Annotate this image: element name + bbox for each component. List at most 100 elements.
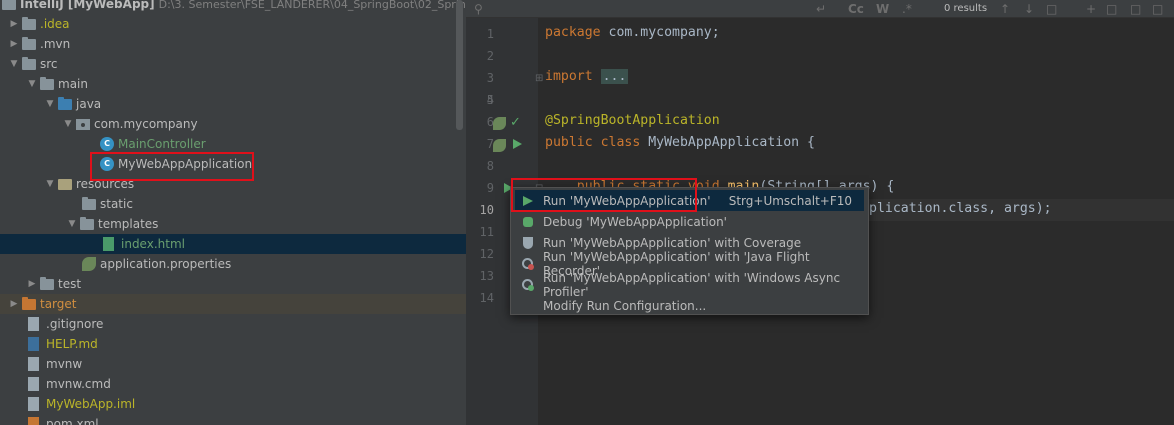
tree-item-label: mvnw.cmd [46,377,111,391]
package-icon [76,119,90,130]
folded-imports[interactable]: ... [600,69,629,84]
project-root-row[interactable]: IntelliJ [MyWebApp] D:\3. Semester\FSE_L… [0,0,466,14]
markdown-file-icon [28,337,39,351]
folder-icon [40,277,54,290]
search-results-count: 0 results [944,3,988,14]
coverage-icon [521,236,535,250]
xml-file-icon [28,417,39,425]
chevron-down-icon[interactable]: ▼ [42,96,58,112]
menu-item-debug[interactable]: Debug 'MyWebAppApplication' [515,211,864,232]
tree-item-label: static [100,197,133,211]
tree-item-help-md[interactable]: HELP.md [0,334,466,354]
tree-item-mvnw-cmd[interactable]: mvnw.cmd [0,374,466,394]
chevron-right-icon[interactable]: ▶ [6,16,22,32]
menu-item-async-profiler[interactable]: Run 'MyWebAppApplication' with 'Windows … [515,271,864,299]
arrow-up-icon[interactable]: ↑ [1000,1,1010,17]
tree-item-index-html[interactable]: index.html [0,234,466,254]
folder-icon [22,37,36,50]
code-token: @SpringBootApplication [545,113,720,128]
tree-item-label: MyWebApp.iml [46,397,136,411]
tree-item-static[interactable]: static [0,194,466,214]
code-token: MyWebAppApplication { [640,135,815,150]
select-all-icon[interactable]: □ [1106,1,1117,17]
blank-icon [521,299,535,313]
line-number: 12 [479,247,494,261]
line-number: 11 [479,225,494,239]
tree-item-label: index.html [121,237,185,251]
spring-boot-icon[interactable]: ✓ [510,115,523,130]
tree-item-label: src [40,57,58,71]
tree-item-gitignore[interactable]: .gitignore [0,314,466,334]
match-case-button[interactable]: Cc [848,1,864,17]
regex-button[interactable]: .* [902,1,912,17]
arrow-down-icon[interactable]: ↓ [1024,1,1034,17]
menu-item-modify-run-config[interactable]: Modify Run Configuration... [515,295,864,316]
run-icon[interactable] [513,139,522,149]
profiler-icon [521,257,535,271]
folder-icon [40,77,54,90]
tree-item-idea[interactable]: ▶ .idea [0,14,466,34]
tree-item-label: resources [76,177,135,191]
file-icon [28,357,39,371]
undo-icon[interactable]: ↵ [816,1,826,17]
add-selection-icon[interactable]: + [1086,1,1096,17]
chevron-down-icon[interactable]: ▼ [24,76,40,92]
spring-bean-icon[interactable] [493,139,506,152]
module-folder-icon [2,0,16,10]
tree-item-label: HELP.md [46,337,98,351]
tree-item-label: application.properties [100,257,232,271]
chevron-right-icon[interactable]: ▶ [24,276,40,292]
tree-item-iml[interactable]: MyWebApp.iml [0,394,466,414]
line-number: 9 [486,181,494,195]
chevron-down-icon[interactable]: ▼ [42,176,58,192]
tree-item-label: mvnw [46,357,83,371]
tree-item-mvnw[interactable]: mvnw [0,354,466,374]
line-number: 2 [486,49,494,63]
tree-item-label: .mvn [40,37,71,51]
exclude-icon[interactable]: □ [1130,1,1141,17]
tree-item-label: target [40,297,77,311]
project-tool-window: IntelliJ [MyWebApp] D:\3. Semester\FSE_L… [0,0,466,425]
menu-item-label: Debug 'MyWebAppApplication' [543,214,727,229]
tree-item-application-properties[interactable]: application.properties [0,254,466,274]
tree-item-java[interactable]: ▼ java [0,94,466,114]
tree-item-pom-xml[interactable]: pom.xml [0,414,466,425]
class-icon: C [100,137,114,151]
spring-bean-icon[interactable] [493,117,506,130]
chevron-down-icon[interactable]: ▼ [60,116,76,132]
tree-item-mvn[interactable]: ▶ .mvn [0,34,466,54]
tree-item-src[interactable]: ▼ src [0,54,466,74]
tree-item-templates[interactable]: ▼ templates [0,214,466,234]
filter-icon[interactable]: □ [1152,1,1163,17]
tree-item-label: .idea [40,17,70,31]
tree-item-target[interactable]: ▶ target [0,294,466,314]
find-bar: ⚲ ↵ Cc W .* 0 results ↑ ↓ □ + □ □ □ [466,0,1174,18]
chevron-right-icon[interactable]: ▶ [6,296,22,312]
file-icon [28,317,39,331]
tree-item-package[interactable]: ▼ com.mycompany [0,114,466,134]
words-button[interactable]: W [876,1,889,17]
chevron-down-icon[interactable]: ▼ [6,56,22,72]
tree-item-test[interactable]: ▶ test [0,274,466,294]
tree-item-main[interactable]: ▼ main [0,74,466,94]
line-number: 14 [479,291,494,305]
line-number: 5 [486,93,494,107]
tree-item-maincontroller[interactable]: C MainController [0,134,466,154]
tree-scrollbar[interactable] [456,0,463,130]
search-icon[interactable]: ⚲ [474,1,483,17]
file-icon [28,397,39,411]
chevron-down-icon[interactable]: ▼ [64,216,80,232]
highlight-box-run [511,178,697,212]
tree-item-label: .gitignore [46,317,104,331]
project-root-label: IntelliJ [MyWebApp] [20,0,155,11]
chevron-right-icon[interactable]: ▶ [6,36,22,52]
menu-item-label: Modify Run Configuration... [543,298,707,313]
tree-item-resources[interactable]: ▼ resources [0,174,466,194]
line-number: 1 [486,27,494,41]
code-line-10: plication.class, args); [869,201,1052,216]
code-line-7: public class MyWebAppApplication { [545,135,815,150]
folder-icon [82,197,96,210]
add-occurrence-icon[interactable]: □ [1046,1,1057,17]
tree-item-label: java [76,97,102,111]
code-line-6: @SpringBootApplication [545,113,720,128]
